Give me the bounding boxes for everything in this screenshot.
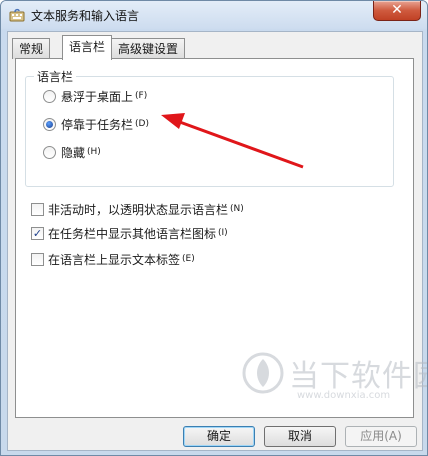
dialog-body: 常规 语言栏 高级键设置 语言栏 悬浮于桌面上 (F) 停靠于任务栏 (D) 隐 (7, 31, 423, 451)
tab-panel: 语言栏 悬浮于桌面上 (F) 停靠于任务栏 (D) 隐藏 (H) 非活动时，以透… (15, 58, 414, 418)
checkbox-label: 非活动时，以透明状态显示语言栏 (48, 202, 229, 217)
tab-language-bar[interactable]: 语言栏 (62, 35, 113, 60)
checkbox-label: 在任务栏中显示其他语言栏图标 (48, 226, 217, 241)
apply-button[interactable]: 应用(A) (345, 426, 417, 447)
window-title: 文本服务和输入语言 (31, 9, 140, 23)
radio-button[interactable] (43, 145, 56, 159)
checkbox-show-other-icons-in-taskbar[interactable]: ✓ 在任务栏中显示其他语言栏图标 (I) (31, 225, 228, 241)
accel-key: (F) (135, 91, 148, 101)
accel-key: (I) (218, 228, 228, 238)
checkbox[interactable] (31, 202, 44, 216)
group-label: 语言栏 (34, 68, 77, 85)
checkbox-label: 在语言栏上显示文本标签 (48, 252, 181, 267)
radio-label: 隐藏 (61, 145, 86, 160)
checkbox-checked[interactable]: ✓ (31, 226, 44, 240)
checkbox[interactable] (31, 252, 44, 266)
radio-float-on-desktop[interactable]: 悬浮于桌面上 (F) (43, 88, 147, 104)
cancel-button[interactable]: 取消 (264, 426, 336, 447)
tab-general[interactable]: 常规 (12, 38, 51, 59)
radio-label: 悬浮于桌面上 (61, 89, 134, 104)
radio-dock-in-taskbar[interactable]: 停靠于任务栏 (D) (43, 116, 149, 132)
title-bar[interactable]: 文本服务和输入语言 ✕ (1, 1, 427, 29)
accel-key: (D) (135, 119, 149, 129)
radio-hidden[interactable]: 隐藏 (H) (43, 144, 101, 160)
dialog-window: 文本服务和输入语言 ✕ 常规 语言栏 高级键设置 语言栏 悬浮于桌面上 (F) … (0, 0, 428, 456)
tab-advanced-key-settings[interactable]: 高级键设置 (111, 38, 186, 59)
radio-label: 停靠于任务栏 (61, 117, 134, 132)
language-bar-groupbox: 语言栏 悬浮于桌面上 (F) 停靠于任务栏 (D) 隐藏 (H) (25, 68, 394, 187)
accel-key: (H) (87, 147, 101, 157)
ok-button[interactable]: 确定 (183, 426, 255, 447)
keyboard-icon (9, 8, 25, 22)
accel-key: (E) (182, 254, 195, 264)
radio-button-selected[interactable] (43, 117, 56, 131)
close-button[interactable]: ✕ (373, 1, 421, 21)
checkbox-transparent-when-inactive[interactable]: 非活动时，以透明状态显示语言栏 (N) (31, 201, 244, 217)
accel-key: (N) (230, 204, 244, 214)
radio-button[interactable] (43, 89, 56, 103)
checkbox-show-text-labels[interactable]: 在语言栏上显示文本标签 (E) (31, 251, 195, 267)
